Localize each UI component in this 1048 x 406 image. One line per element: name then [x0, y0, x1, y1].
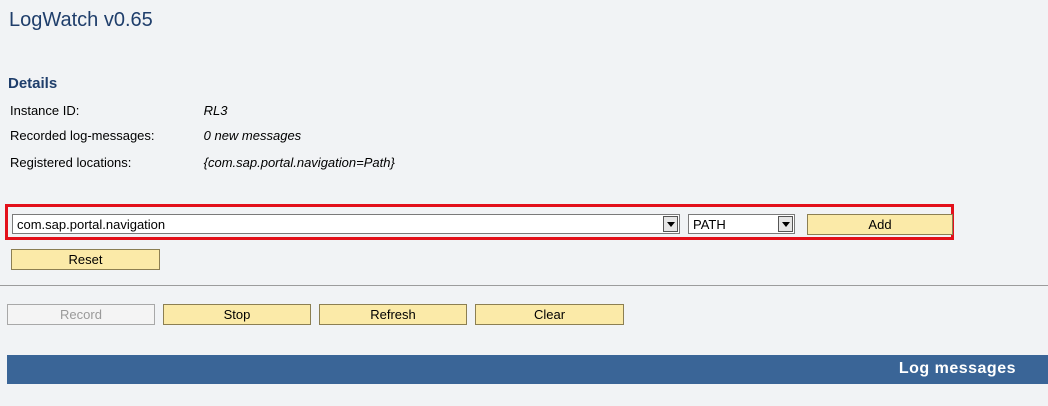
log-messages-header: Log messages [7, 355, 1048, 384]
location-select[interactable]: com.sap.portal.navigation [12, 214, 680, 234]
detail-row-locations: Registered locations: {com.sap.portal.na… [10, 155, 395, 170]
add-button[interactable]: Add [807, 214, 953, 235]
chevron-down-icon[interactable] [778, 216, 793, 232]
level-select[interactable]: PATH [688, 214, 795, 234]
chevron-down-icon[interactable] [663, 216, 678, 232]
logwatch-page: LogWatch v0.65 Details Instance ID: RL3 … [0, 0, 1048, 406]
instance-id-value: RL3 [203, 103, 228, 118]
level-select-value: PATH [693, 217, 726, 232]
app-title: LogWatch v0.65 [9, 9, 153, 31]
recorded-label: Recorded log-messages: [10, 128, 155, 143]
locations-value: {com.sap.portal.navigation=Path} [203, 155, 395, 170]
instance-id-label: Instance ID: [10, 103, 80, 118]
recorded-value: 0 new messages [203, 128, 302, 143]
detail-row-instance-id: Instance ID: RL3 [10, 103, 227, 118]
log-messages-title: Log messages [898, 360, 1016, 377]
details-heading: Details [8, 75, 58, 92]
location-select-value: com.sap.portal.navigation [17, 217, 166, 232]
detail-row-recorded: Recorded log-messages: 0 new messages [10, 128, 301, 143]
clear-button[interactable]: Clear [475, 304, 624, 325]
divider [0, 285, 1048, 286]
reset-button[interactable]: Reset [11, 249, 160, 270]
stop-button[interactable]: Stop [163, 304, 311, 325]
record-button[interactable]: Record [7, 304, 155, 325]
refresh-button[interactable]: Refresh [319, 304, 467, 325]
locations-label: Registered locations: [10, 155, 132, 170]
